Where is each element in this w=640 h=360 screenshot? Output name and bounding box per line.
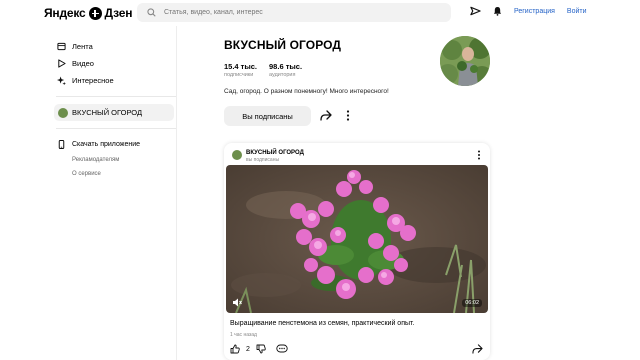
- dislike-icon[interactable]: [256, 344, 266, 354]
- feed-icon: [57, 42, 66, 51]
- sidebar-item-label: Видео: [72, 59, 94, 68]
- sparkle-icon: [57, 76, 66, 85]
- logo-text-zen: Дзен: [104, 6, 133, 20]
- channel-avatar-icon: [58, 107, 68, 118]
- play-icon: [58, 59, 66, 68]
- comment-icon[interactable]: [276, 344, 288, 354]
- sidebar-item-video[interactable]: Видео: [44, 55, 176, 72]
- sidebar-divider: [56, 96, 176, 97]
- search-input[interactable]: [164, 9, 424, 16]
- channel-description: Сад, огород. О разном понемногу! Много и…: [224, 88, 389, 95]
- subscribers-stat: 15.4 тыс. подписчики: [224, 62, 257, 78]
- card-share-icon[interactable]: [472, 344, 483, 354]
- phone-icon: [58, 140, 65, 149]
- card-actions: 2: [230, 344, 288, 354]
- sidebar-item-download-app[interactable]: Скачать приложение: [44, 136, 176, 153]
- card-channel-name[interactable]: ВКУСНЫЙ ОГОРОД: [246, 150, 304, 156]
- search-icon: [147, 8, 156, 17]
- more-icon[interactable]: [344, 110, 352, 121]
- card-title[interactable]: Выращивание пенстемона из семян, практич…: [230, 320, 414, 327]
- subscribers-caption: подписчики: [224, 72, 254, 78]
- card-timestamp: 1 час назад: [230, 332, 257, 338]
- sidebar-divider: [56, 128, 176, 129]
- advertisers-link[interactable]: Рекламодателям: [44, 153, 176, 167]
- share-icon[interactable]: [320, 110, 332, 121]
- zen-logo-icon: [88, 6, 102, 20]
- video-card[interactable]: ВКУСНЫЙ ОГОРОД вы подписаны 06:02 Выращи…: [224, 143, 490, 360]
- audience-stat: 98.6 тыс. аудитория: [269, 62, 302, 78]
- card-channel-avatar: [232, 150, 242, 160]
- sidebar-item-label: Лента: [72, 42, 93, 51]
- sidebar-item-interesting[interactable]: Интересное: [44, 72, 176, 89]
- send-icon[interactable]: [470, 6, 481, 16]
- audience-count: 98.6 тыс.: [269, 62, 303, 71]
- bell-icon[interactable]: [493, 6, 502, 16]
- channel-stats: 15.4 тыс. подписчики 98.6 тыс. аудитория: [224, 62, 302, 78]
- subscribed-button[interactable]: Вы подписаны: [224, 106, 311, 126]
- sidebar-item-feed[interactable]: Лента: [44, 38, 176, 55]
- top-bar: Яндекс Дзен Регистрация Войти: [0, 0, 640, 26]
- sidebar-item-label: Скачать приложение: [72, 141, 141, 148]
- sidebar-item-label: Интересное: [72, 76, 114, 85]
- volume-icon[interactable]: [232, 298, 242, 307]
- channel-avatar: [440, 36, 490, 86]
- channel-title: ВКУСНЫЙ ОГОРОД: [224, 38, 342, 52]
- sidebar: Лента Видео Интересное ВКУСНЫЙ ОГОРОД Ск…: [44, 38, 176, 181]
- card-subscribed-status: вы подписаны: [246, 157, 280, 163]
- logo-text: Яндекс: [44, 6, 86, 20]
- sidebar-border: [176, 26, 177, 360]
- audience-caption: аудитория: [269, 72, 296, 78]
- card-more-icon[interactable]: [476, 150, 482, 160]
- sidebar-item-label: ВКУСНЫЙ ОГОРОД: [72, 108, 143, 117]
- sidebar-item-channel[interactable]: ВКУСНЫЙ ОГОРОД: [54, 104, 174, 121]
- search-bar[interactable]: [137, 3, 451, 22]
- like-icon[interactable]: [230, 344, 240, 354]
- subscribers-count: 15.4 тыс.: [224, 62, 258, 71]
- logo[interactable]: Яндекс Дзен: [44, 6, 132, 20]
- register-link[interactable]: Регистрация: [514, 8, 555, 15]
- video-thumbnail[interactable]: 06:02: [226, 165, 488, 313]
- login-link[interactable]: Войти: [567, 8, 587, 15]
- about-link[interactable]: О сервисе: [44, 167, 176, 181]
- video-duration: 06:02: [462, 299, 482, 307]
- like-count: 2: [246, 345, 250, 353]
